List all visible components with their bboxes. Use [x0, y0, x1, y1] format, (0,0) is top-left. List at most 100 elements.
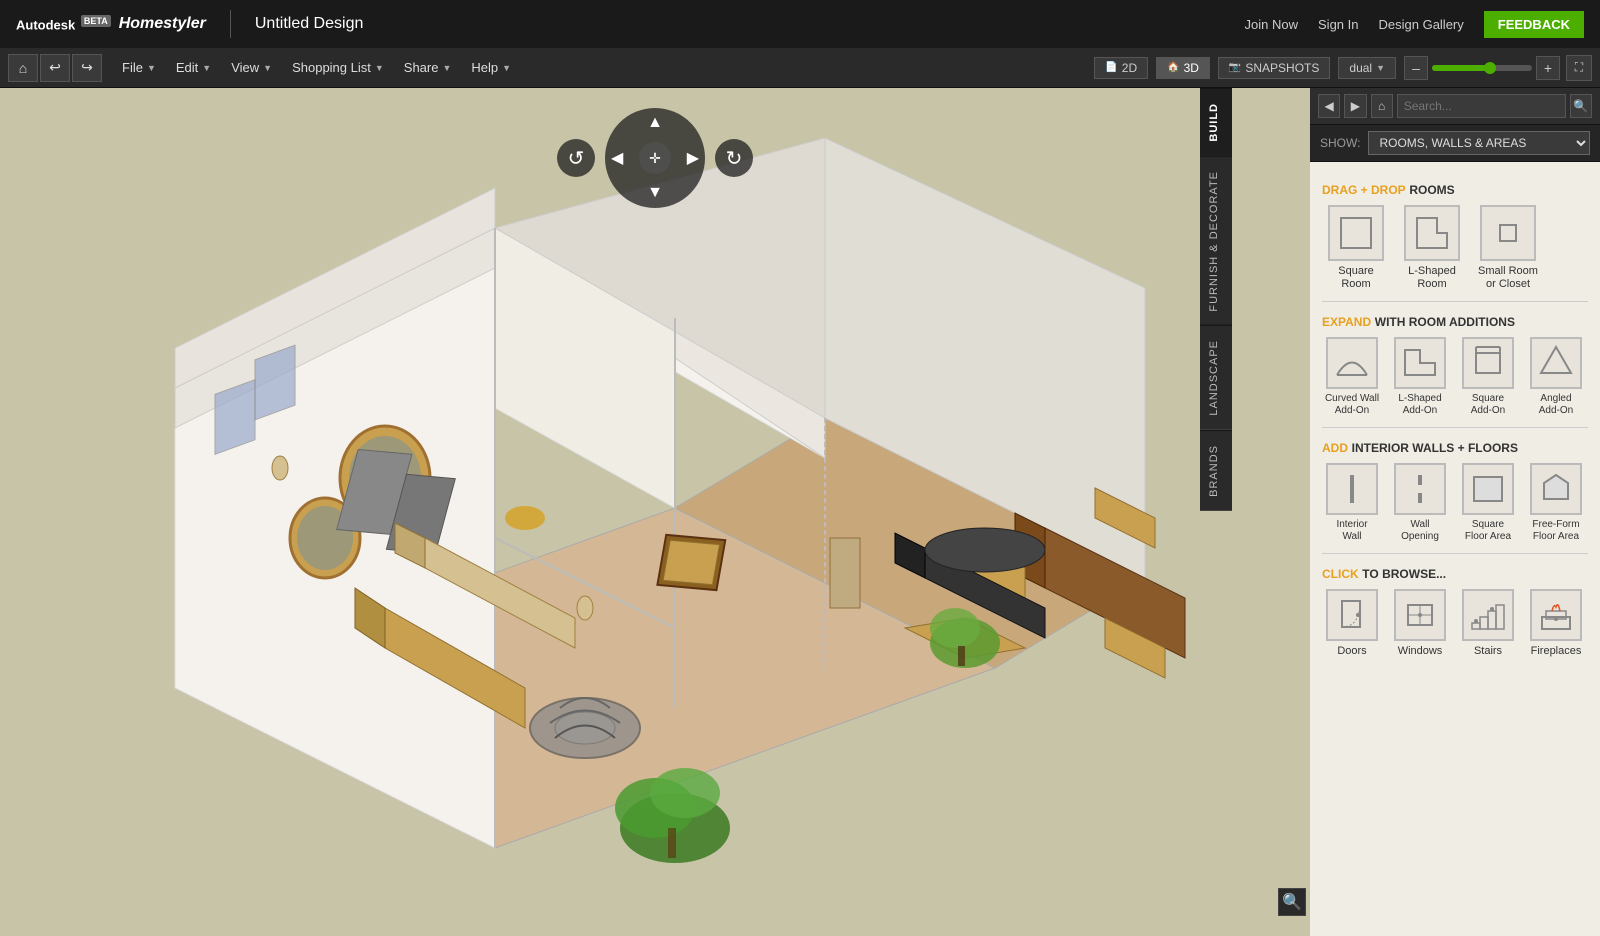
beta-badge: BETA	[81, 15, 111, 27]
help-menu-arrow: ▼	[502, 63, 511, 73]
doors-icon	[1326, 589, 1378, 641]
nav-down-button[interactable]: ▼	[647, 184, 663, 202]
interior-wall-item[interactable]: InteriorWall	[1322, 463, 1382, 543]
freeform-floor-label: Free-FormFloor Area	[1532, 519, 1579, 543]
help-menu[interactable]: Help ▼	[461, 56, 521, 79]
nav-right-button[interactable]: ▶	[687, 148, 699, 168]
square-addon-icon	[1462, 337, 1514, 389]
panel-navigation: ◀ ▶ ⌂ 🔍	[1310, 88, 1600, 125]
logo-autodesk: Autodesk BETA	[16, 16, 111, 32]
square-addon-label: SquareAdd-On	[1471, 393, 1505, 417]
view-2d-button[interactable]: 📄 2D	[1094, 57, 1148, 79]
house-view	[0, 88, 1310, 936]
l-shaped-room-item[interactable]: L-ShapedRoom	[1398, 205, 1466, 291]
windows-item[interactable]: Windows	[1390, 589, 1450, 658]
panel-search-input[interactable]	[1397, 94, 1566, 118]
l-shaped-room-icon	[1404, 205, 1460, 261]
angled-addon-label: AngledAdd-On	[1539, 393, 1573, 417]
interior-walls-header: ADD INTERIOR WALLS + FLOORS	[1322, 440, 1588, 455]
browse-grid: Doors Windows	[1322, 589, 1588, 658]
feedback-button[interactable]: FEEDBACK	[1484, 11, 1584, 38]
stairs-item[interactable]: Stairs	[1458, 589, 1518, 658]
zoom-slider[interactable]	[1432, 65, 1532, 71]
nav-center-button[interactable]: ✛	[639, 142, 671, 174]
wall-opening-item[interactable]: WallOpening	[1390, 463, 1450, 543]
home-button[interactable]: ⌂	[8, 54, 38, 82]
doors-item[interactable]: Doors	[1322, 589, 1382, 658]
redo-button[interactable]: ↪	[72, 54, 102, 82]
panel-home-button[interactable]: ⌂	[1371, 94, 1393, 118]
show-row: SHOW: ROOMS, WALLS & AREAS FLOOR PLAN 3D…	[1310, 125, 1600, 162]
drag-drop-rooms-header: DRAG + DROP ROOMS	[1322, 182, 1588, 197]
rotate-left-button[interactable]: ↺	[557, 139, 595, 177]
design-gallery-link[interactable]: Design Gallery	[1379, 17, 1464, 32]
show-label: SHOW:	[1320, 136, 1360, 150]
snapshots-button[interactable]: 📷 SNAPSHOTS	[1218, 57, 1330, 79]
nav-left-button[interactable]: ◀	[611, 148, 623, 168]
curved-wall-item[interactable]: Curved WallAdd-On	[1322, 337, 1382, 417]
shopping-list-menu[interactable]: Shopping List ▼	[282, 56, 394, 79]
section-divider-2	[1322, 427, 1588, 428]
interior-wall-icon	[1326, 463, 1378, 515]
panel-back-button[interactable]: ◀	[1318, 94, 1340, 118]
freeform-floor-icon	[1530, 463, 1582, 515]
zoom-minus-button[interactable]: –	[1404, 56, 1428, 80]
edit-menu-arrow: ▼	[202, 63, 211, 73]
zoom-plus-button[interactable]: +	[1536, 56, 1560, 80]
share-menu[interactable]: Share ▼	[394, 56, 462, 79]
panel-forward-button[interactable]: ▶	[1344, 94, 1366, 118]
expand-rooms-header: EXPAND WITH ROOM ADDITIONS	[1322, 314, 1588, 329]
stairs-icon	[1462, 589, 1514, 641]
view-3d-button[interactable]: 🏠 3D	[1156, 57, 1210, 79]
edit-menu[interactable]: Edit ▼	[166, 56, 221, 79]
share-menu-arrow: ▼	[442, 63, 451, 73]
dual-arrow: ▼	[1376, 63, 1385, 73]
l-shaped-addon-item[interactable]: L-ShapedAdd-On	[1390, 337, 1450, 417]
small-room-item[interactable]: Small Roomor Closet	[1474, 205, 1542, 291]
view-menu[interactable]: View ▼	[221, 56, 282, 79]
curved-wall-label: Curved WallAdd-On	[1325, 393, 1379, 417]
sign-in-link[interactable]: Sign In	[1318, 17, 1358, 32]
nav-up-button[interactable]: ▲	[647, 114, 663, 132]
fireplaces-item[interactable]: Fireplaces	[1526, 589, 1586, 658]
show-dropdown[interactable]: ROOMS, WALLS & AREAS FLOOR PLAN 3D VIEW	[1368, 131, 1590, 155]
join-now-link[interactable]: Join Now	[1245, 17, 1298, 32]
file-menu[interactable]: File ▼	[112, 56, 166, 79]
fireplaces-icon	[1530, 589, 1582, 641]
dual-button[interactable]: dual ▼	[1338, 57, 1396, 79]
angled-addon-item[interactable]: AngledAdd-On	[1526, 337, 1586, 417]
nav-controls-wrapper: ↺ ▲ ▼ ◀ ▶ ✛ ↻	[557, 108, 753, 208]
windows-icon	[1394, 589, 1446, 641]
build-tab[interactable]: BUILD	[1200, 88, 1232, 156]
furnish-decorate-tab[interactable]: FURNISH & DECORATE	[1200, 156, 1232, 326]
zoom-slider-thumb[interactable]	[1484, 62, 1496, 74]
viewport[interactable]: ↺ ▲ ▼ ◀ ▶ ✛ ↻	[0, 88, 1310, 936]
top-bar: Autodesk BETA Homestyler Untitled Design…	[0, 0, 1600, 48]
square-room-icon	[1328, 205, 1384, 261]
small-room-label: Small Roomor Closet	[1478, 265, 1538, 291]
l-shaped-addon-icon	[1394, 337, 1446, 389]
side-zoom-button[interactable]: 🔍	[1278, 888, 1306, 916]
l-shaped-room-label: L-ShapedRoom	[1408, 265, 1456, 291]
logo-area: Autodesk BETA Homestyler	[16, 15, 206, 33]
logo-homestyler: Homestyler	[119, 15, 206, 33]
rotate-right-button[interactable]: ↻	[715, 139, 753, 177]
square-room-item[interactable]: SquareRoom	[1322, 205, 1390, 291]
zoom-slider-fill	[1432, 65, 1487, 71]
walls-floors-grid: InteriorWall WallOpening SquareFloor Are…	[1322, 463, 1588, 543]
panel-content: DRAG + DROP ROOMS SquareRoom L-ShapedRoo…	[1310, 162, 1600, 936]
windows-label: Windows	[1398, 645, 1443, 658]
undo-button[interactable]: ↩	[40, 54, 70, 82]
square-addon-item[interactable]: SquareAdd-On	[1458, 337, 1518, 417]
wall-opening-icon	[1394, 463, 1446, 515]
fullscreen-button[interactable]: ⛶	[1566, 55, 1592, 81]
landscape-tab[interactable]: LANDSCAPE	[1200, 325, 1232, 430]
square-floor-item[interactable]: SquareFloor Area	[1458, 463, 1518, 543]
right-panel: BUILD FURNISH & DECORATE LANDSCAPE BRAND…	[1310, 88, 1600, 936]
additions-grid: Curved WallAdd-On L-ShapedAdd-On SquareA…	[1322, 337, 1588, 417]
freeform-floor-item[interactable]: Free-FormFloor Area	[1526, 463, 1586, 543]
panel-search-button[interactable]: 🔍	[1570, 94, 1592, 118]
side-tabs: BUILD FURNISH & DECORATE LANDSCAPE BRAND…	[1200, 88, 1232, 511]
section-divider-3	[1322, 553, 1588, 554]
brands-tab[interactable]: BRANDS	[1200, 430, 1232, 511]
